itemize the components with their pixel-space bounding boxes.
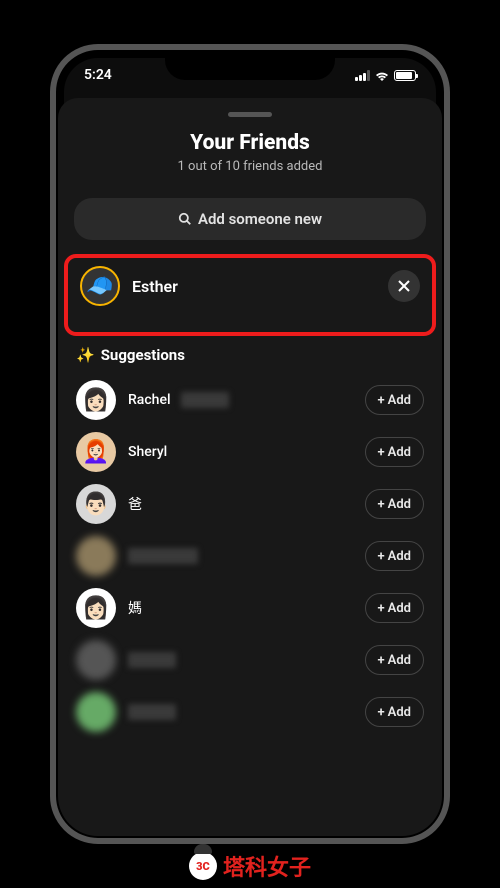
redacted-text [181,392,229,408]
suggestion-row[interactable]: + Add [70,634,430,686]
avatar [76,692,116,732]
avatar: 👩🏻‍🦰 [76,432,116,472]
redacted-text [128,652,176,668]
add-someone-label: Add someone new [198,210,322,228]
friend-name: Esther [132,277,376,296]
sheet-header: Your Friends 1 out of 10 friends added [58,131,442,190]
status-right [355,69,416,81]
suggestion-row[interactable]: 👨🏻 爸 + Add [70,478,430,530]
suggestion-row[interactable]: 👩🏻 Rachel + Add [70,374,430,426]
redacted-text [128,548,198,564]
watermark: 3C 塔科女子 [189,850,311,882]
notch [165,50,335,80]
suggestions-list: 👩🏻 Rachel + Add 👩🏻‍🦰 Sheryl + Add [58,374,442,738]
add-someone-button[interactable]: Add someone new [74,198,426,240]
add-button[interactable]: + Add [365,385,424,415]
friends-sheet: Your Friends 1 out of 10 friends added A… [58,98,442,836]
cellular-icon [355,70,370,81]
add-button[interactable]: + Add [365,489,424,519]
watermark-logo: 3C [189,852,217,880]
plus-icon: + [378,393,385,408]
suggestion-row[interactable]: 👩🏻 媽 + Add [70,582,430,634]
watermark-text: 塔科女子 [223,850,311,882]
plus-icon: + [378,497,385,512]
avatar: 🧢 [80,266,120,306]
suggestions-title: Suggestions [101,346,185,364]
plus-icon: + [378,445,385,460]
sparkle-icon: ✨ [76,346,95,364]
avatar [76,640,116,680]
wifi-icon [374,69,390,81]
plus-icon: + [378,653,385,668]
phone-frame: 5:24 Your Friends 1 out of 10 friends ad… [50,44,450,844]
plus-icon: + [378,705,385,720]
remove-friend-button[interactable] [388,270,420,302]
suggestions-header: ✨ Suggestions [58,344,442,374]
avatar: 👩🏻 [76,380,116,420]
page-subtitle: 1 out of 10 friends added [78,159,422,174]
plus-icon: + [378,549,385,564]
add-label: Add [388,601,411,616]
add-button[interactable]: + Add [365,437,424,467]
add-label: Add [388,497,411,512]
add-label: Add [388,393,411,408]
highlight-annotation: 🧢 Esther [64,254,436,336]
suggestion-row[interactable]: + Add [70,686,430,738]
add-button[interactable]: + Add [365,593,424,623]
add-label: Add [388,445,411,460]
page-title: Your Friends [78,131,422,155]
search-icon [178,212,192,226]
battery-icon [394,70,416,81]
add-button[interactable]: + Add [365,541,424,571]
sheet-grabber[interactable] [228,112,272,117]
suggestion-name: 爸 [128,494,142,514]
friend-row[interactable]: 🧢 Esther [74,266,426,306]
status-time: 5:24 [84,67,112,83]
suggestion-row[interactable]: 👩🏻‍🦰 Sheryl + Add [70,426,430,478]
avatar: 👨🏻 [76,484,116,524]
add-label: Add [388,549,411,564]
add-label: Add [388,705,411,720]
add-button[interactable]: + Add [365,645,424,675]
suggestion-row[interactable]: + Add [70,530,430,582]
suggestion-name: 媽 [128,598,142,618]
add-button[interactable]: + Add [365,697,424,727]
suggestion-name: Rachel [128,392,171,408]
avatar: 👩🏻 [76,588,116,628]
add-label: Add [388,653,411,668]
close-icon [398,280,410,292]
avatar [76,536,116,576]
plus-icon: + [378,601,385,616]
suggestion-name: Sheryl [128,444,167,460]
redacted-text [128,704,176,720]
